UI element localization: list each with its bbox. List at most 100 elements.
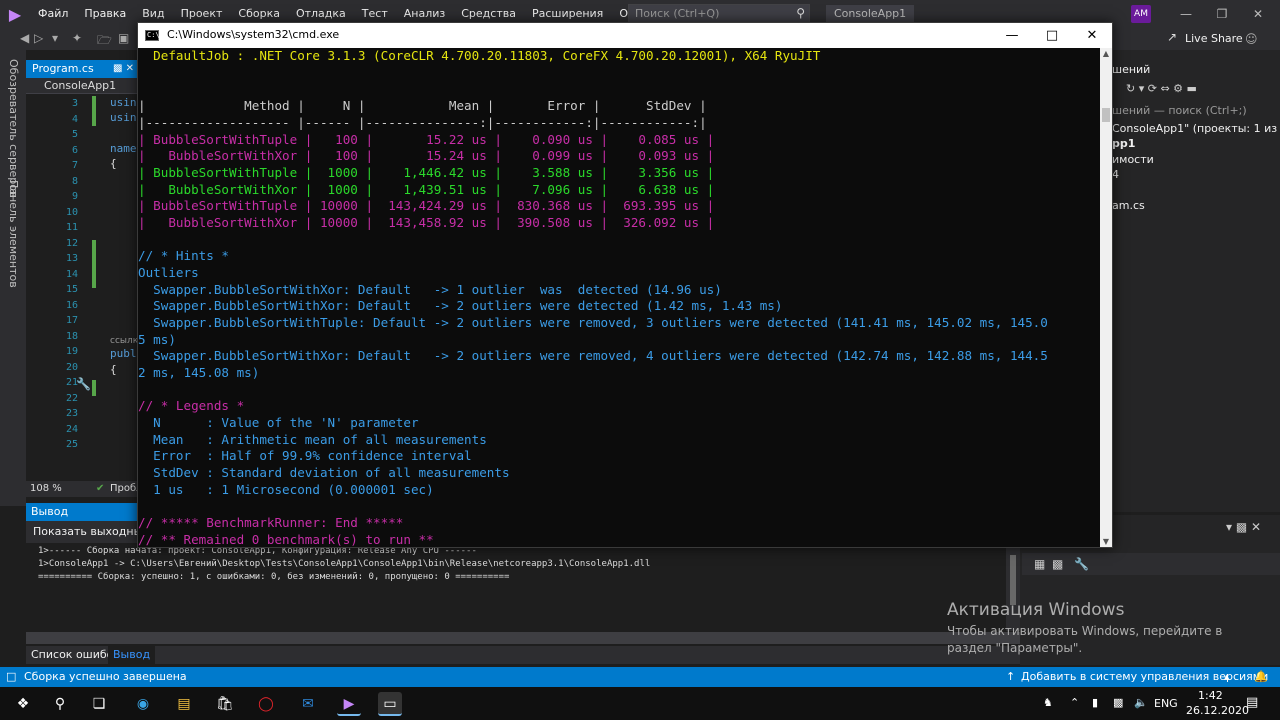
back-icon[interactable]: ◀ (20, 31, 29, 45)
notifications-icon[interactable]: 🔔 (1254, 667, 1268, 687)
tab-output[interactable]: Вывод (108, 646, 156, 664)
categorized-icon[interactable]: ▦ (1034, 557, 1045, 571)
line-number: 24 (65, 423, 78, 435)
forward-icon[interactable]: ▷ (34, 31, 43, 45)
program-cs-node[interactable]: am.cs (1112, 199, 1145, 212)
outlier-line: 5 ms) (138, 332, 176, 347)
live-share-button[interactable]: Live Share (1185, 32, 1243, 45)
output-text[interactable]: 1>------ Сборка начата: проект: ConsoleA… (26, 543, 1006, 631)
solution-node[interactable]: ConsoleApp1" (проекты: 1 из 1) (1112, 122, 1280, 135)
network-icon[interactable]: ▩ (1113, 696, 1123, 709)
solution-explorer-panel: шений ↻ ▾ ⟳ ⇔ ⚙ ▬ шений — поиск (Ctrl+;)… (1112, 50, 1280, 512)
clock-time[interactable]: 1:42 (1198, 689, 1223, 702)
cmd-app-icon[interactable]: C:\ (145, 30, 160, 41)
scroll-up-icon[interactable]: ▲ (1100, 48, 1112, 60)
alphabetical-icon[interactable]: ▩ (1052, 557, 1063, 571)
outlier-line: Swapper.BubbleSortWithXor: Default -> 1 … (138, 282, 722, 297)
legend-line: StdDev : Standard deviation of all measu… (138, 465, 510, 480)
file-explorer-icon[interactable]: ▤ (172, 692, 196, 716)
vs-side-rail: Обозреватель серверов Панель элементов (0, 50, 26, 506)
server-explorer-tab[interactable]: Обозреватель серверов (7, 59, 20, 197)
windows-start-icon[interactable]: ❖ (11, 692, 35, 716)
runner-end-line: // ***** BenchmarkRunner: End ***** (138, 515, 404, 530)
input-language[interactable]: ENG (1154, 697, 1178, 710)
opera-browser-icon[interactable]: ◯ (254, 692, 278, 716)
pin-close-icon[interactable]: ▩ ✕ (113, 60, 134, 78)
new-project-icon[interactable]: ✦ (72, 31, 82, 45)
live-share-icon[interactable]: ↗ (1167, 30, 1177, 44)
line-number: 9 (71, 191, 78, 202)
edge-browser-icon[interactable]: ◉ (131, 692, 155, 716)
scroll-thumb[interactable] (1102, 108, 1110, 122)
feedback-icon[interactable]: ☺ (1245, 32, 1258, 46)
line-number: 7 (71, 160, 78, 171)
table-row: | BubbleSortWithTuple | 10000 | 143,424.… (138, 198, 715, 213)
cmd-taskbar-icon[interactable]: ▭ (378, 692, 402, 716)
close-icon[interactable]: ✕ (1240, 0, 1276, 28)
visual-studio-logo-icon[interactable]: ▶ (0, 0, 30, 28)
remained-line: // ** Remained 0 benchmark(s) to run ** (138, 532, 434, 547)
panel-options-icons[interactable]: ▾ ▩ ✕ (1226, 520, 1261, 534)
outlier-line: 2 ms, 145.08 ms) (138, 365, 260, 380)
toolbar-icons[interactable]: ↻ ▾ ⟳ ⇔ ⚙ ▬ (1126, 82, 1197, 95)
outlier-line: Swapper.BubbleSortWithTuple: Default -> … (138, 315, 1048, 330)
chevron-up-icon[interactable]: ⌃ (1070, 696, 1079, 709)
restore-icon[interactable]: ❐ (1204, 0, 1240, 28)
project-node[interactable]: pp1 (1112, 137, 1135, 150)
volume-icon[interactable]: 🔈 (1134, 696, 1148, 709)
cmd-console-output[interactable]: DefaultJob : .NET Core 3.1.3 (CoreCLR 4.… (138, 48, 1100, 547)
table-row: | BubbleSortWithXor | 10000 | 143,458.92… (138, 215, 715, 230)
minimize-icon[interactable]: — (1168, 0, 1204, 28)
cmd-window[interactable]: C:\ C:\Windows\system32\cmd.exe — □ ✕ De… (137, 22, 1113, 548)
store-icon[interactable]: 🛍 (213, 692, 237, 716)
code-line[interactable]: { (110, 157, 117, 170)
vs-search-placeholder: Поиск (Ctrl+Q) (635, 7, 720, 20)
zoom-level[interactable]: 108 % (30, 481, 62, 497)
maximize-icon[interactable]: □ (1032, 23, 1072, 48)
save-icon[interactable]: ▣ (118, 31, 129, 45)
vs-search-input[interactable]: Поиск (Ctrl+Q) ⚲ (628, 4, 810, 24)
line-number: 20 (65, 361, 78, 373)
menu-item[interactable]: Правка (76, 0, 134, 28)
scroll-down-icon[interactable]: ▼ (1100, 536, 1112, 547)
avatar[interactable]: AM (1131, 5, 1151, 23)
search-icon[interactable]: ⚲ (48, 692, 72, 716)
project-nav-dropdown[interactable]: ConsoleApp1 (26, 78, 138, 94)
output-line: ========== Сборка: успешно: 1, с ошибкам… (38, 572, 510, 582)
table-row: | BubbleSortWithXor | 100 | 15.24 us | 0… (138, 148, 715, 163)
solution-explorer-search[interactable]: шений — поиск (Ctrl+;) (1112, 104, 1247, 117)
code-line[interactable]: { (110, 363, 117, 376)
menu-item[interactable]: Файл (30, 0, 76, 28)
action-center-icon[interactable]: ▤ (1246, 695, 1258, 710)
clock-date[interactable]: 26.12.2020 (1186, 704, 1249, 717)
legend-line: Mean : Arithmetic mean of all measuremen… (138, 432, 487, 447)
line-number: 15 (65, 284, 78, 295)
legends-header: // * Legends * (138, 398, 245, 413)
property-pages-icon[interactable]: 🔧 (1074, 557, 1089, 571)
people-icon[interactable]: ♞ (1043, 696, 1053, 709)
doc-tab-program-cs[interactable]: Program.cs ▩ ✕ (26, 60, 138, 78)
search-icon[interactable]: ⚲ (796, 6, 805, 20)
output-panel-title: Вывод (26, 503, 138, 521)
chevron-up-icon[interactable]: ▴ (1224, 667, 1230, 687)
minimize-icon[interactable]: — (992, 23, 1032, 48)
outlier-line: Swapper.BubbleSortWithXor: Default -> 2 … (138, 348, 1048, 363)
line-number: 5 (71, 129, 78, 140)
quick-actions-icon[interactable]: 🔧 (76, 377, 91, 391)
cmd-titlebar[interactable]: C:\ C:\Windows\system32\cmd.exe — □ ✕ (138, 23, 1112, 48)
cmd-vertical-scrollbar[interactable]: ▲ ▼ (1100, 48, 1112, 547)
battery-icon[interactable]: ▮ (1092, 696, 1098, 709)
dependencies-node[interactable]: имости (1112, 153, 1154, 166)
arrow-up-icon: ↑ (1006, 670, 1016, 683)
task-view-icon[interactable]: ❏ (87, 692, 111, 716)
toolbox-tab[interactable]: Панель элементов (7, 180, 20, 288)
mail-icon[interactable]: ✉ (296, 692, 320, 716)
open-folder-icon[interactable]: 🗁 (97, 31, 112, 52)
output-horizontal-scrollbar[interactable] (26, 632, 1020, 644)
chevron-down-icon[interactable]: ▾ (52, 31, 58, 45)
visual-studio-taskbar-icon[interactable]: ▶ (337, 692, 361, 716)
tree-node[interactable]: 4 (1112, 168, 1119, 181)
status-icon: □ (6, 670, 17, 683)
close-icon[interactable]: ✕ (1072, 23, 1112, 48)
add-to-source-control[interactable]: Добавить в систему управления версиями (1021, 667, 1268, 687)
